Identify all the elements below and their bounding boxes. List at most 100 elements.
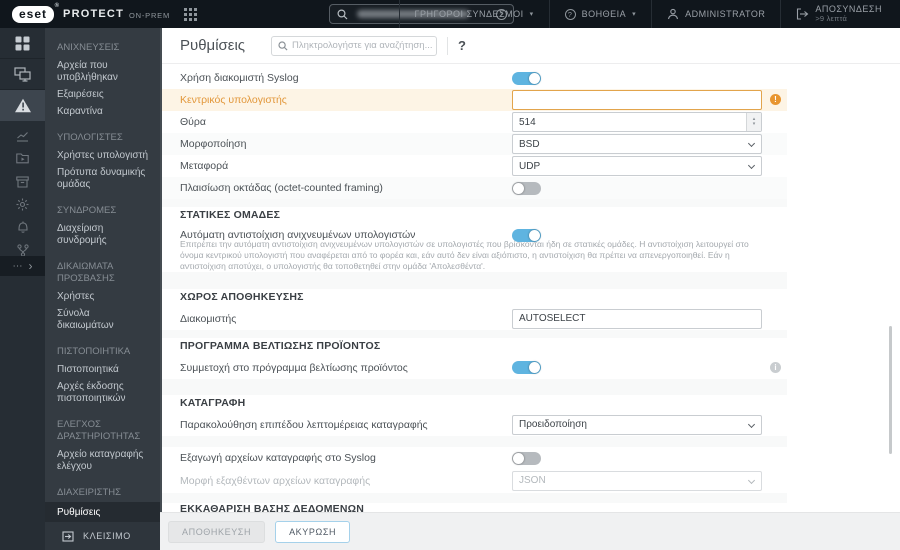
section-header-repository: ΧΩΡΟΣ ΑΠΟΘΗΚΕΥΣΗΣ (180, 291, 304, 303)
logout-button[interactable]: ΑΠΟΣΥΝΔΕΣΗ >9 λεπτά (780, 0, 900, 28)
action-footer: ΑΠΟΘΗΚΕΥΣΗ ΑΚΥΡΩΣΗ (160, 512, 900, 550)
sidebar-item-license-management[interactable]: Διαχείριση συνδρομής (45, 220, 160, 249)
setting-label: Πλαισίωση οκτάδας (octet-counted framing… (180, 182, 383, 194)
chevron-down-icon (747, 139, 756, 148)
nav-section-computers: ΥΠΟΛΟΓΙΣΤΕΣ (57, 132, 123, 143)
selected-value: BSD (519, 138, 540, 150)
setting-label: Μορφοποίηση (180, 138, 247, 150)
computers-icon (14, 66, 31, 82)
syslog-transport-select[interactable]: UDP (512, 156, 762, 176)
dashboard-icon (15, 36, 30, 50)
eset-protect-console: eset ® PROTECT ON-PREM ? ΓΡΗΓΟΡΟΙ ΣΥΝΔΕΣ… (0, 0, 900, 550)
search-icon (337, 8, 348, 19)
product-edition: ON-PREM (129, 10, 171, 20)
spinner-icon[interactable]: ▴ ▾ (746, 112, 761, 131)
nav-reports[interactable] (0, 124, 45, 147)
sidebar-item-users[interactable]: Χρήστες (45, 288, 160, 305)
save-button[interactable]: ΑΠΟΘΗΚΕΥΣΗ (168, 520, 266, 543)
improvement-toggle[interactable] (512, 361, 541, 374)
selected-value: UDP (519, 160, 541, 172)
sidebar-item-submitted-files[interactable]: Αρχεία που υποβλήθηκαν (45, 57, 160, 86)
help-label: ΒΟΗΘΕΙΑ (581, 9, 627, 19)
collapse-sidebar-button[interactable]: ΚΛΕΙΣΙΜΟ (45, 522, 160, 550)
export-format-select: JSON (512, 470, 762, 491)
nav-more-expand[interactable]: ⋯ › (0, 256, 45, 276)
nav-policies[interactable] (0, 193, 45, 216)
sidebar-item-certificate-authorities[interactable]: Αρχές έκδοσης πιστοποιητικών (45, 378, 160, 407)
product-name: PROTECT (63, 8, 124, 20)
sidebar-item-computer-users[interactable]: Χρήστες υπολογιστή (45, 147, 160, 164)
export-logs-toggle[interactable] (512, 451, 541, 465)
user-menu[interactable]: ADMINISTRATOR (651, 0, 780, 28)
logo-text: eset (19, 6, 48, 21)
quick-links-menu[interactable]: ΓΡΗΓΟΡΟΙ ΣΥΝΔΕΣΜΟΙ ▾ (398, 0, 549, 28)
help-menu[interactable]: ? ΒΟΗΘΕΙΑ ▾ (548, 0, 652, 28)
section-header-logging: ΚΑΤΑΓΡΑΦΗ (180, 397, 246, 409)
use-syslog-toggle[interactable] (512, 71, 541, 85)
page-title: Ρυθμίσεις (180, 37, 246, 54)
vertical-scrollbar[interactable] (889, 326, 892, 454)
setting-label: Χρήση διακομιστή Syslog (180, 72, 299, 84)
setting-label: Παρακολούθηση επιπέδου λεπτομέρειας κατα… (180, 418, 428, 431)
sidebar-item-permission-sets[interactable]: Σύνολα δικαιωμάτων (45, 305, 160, 334)
nav-section-certificates: ΠΙΣΤΟΠΟΙΗΤΙΚΑ (57, 346, 131, 357)
setting-label: Κεντρικός υπολογιστής (180, 94, 287, 106)
setting-row-use-syslog: Χρήση διακομιστή Syslog (160, 67, 787, 89)
search-icon (278, 40, 288, 51)
syslog-host-input[interactable] (512, 90, 762, 110)
page-help-button[interactable]: ? (458, 38, 466, 53)
chevron-down-icon (747, 476, 756, 484)
nav-icon-strip: ⋯ › (0, 28, 45, 550)
nav-tasks[interactable] (0, 147, 45, 170)
nav-computers[interactable] (0, 59, 45, 90)
nav-section-detections: ΑΝΙΧΝΕΥΣΕΙΣ (57, 42, 120, 53)
notifications-icon (17, 221, 28, 233)
setting-row-export-syslog: Εξαγωγή αρχείων καταγραφής στο Syslog (160, 447, 787, 469)
nav-dashboard[interactable] (0, 28, 45, 59)
setting-row-log-verbosity: Παρακολούθηση επιπέδου λεπτομέρειας κατα… (160, 413, 787, 436)
settings-search (271, 35, 438, 56)
collapse-icon (62, 530, 74, 542)
nav-section-admin: ΔΙΑΧΕΙΡΙΣΤΗΣ (57, 487, 122, 498)
detections-icon (14, 98, 31, 113)
nav-notifications[interactable] (0, 216, 45, 239)
selected-value: JSON (519, 475, 546, 486)
nav-section-licenses: ΣΥΝΔΡΟΜΕΣ (57, 205, 117, 216)
sidebar-item-quarantine[interactable]: Καραντίνα (45, 103, 160, 120)
syslog-format-select[interactable]: BSD (512, 134, 762, 154)
chevron-down-icon: ▾ (529, 11, 534, 18)
sidebar-item-settings[interactable]: Ρυθμίσεις (45, 502, 160, 524)
syslog-port-input[interactable] (512, 112, 762, 133)
sidebar-item-certificates[interactable]: Πιστοποιητικά (45, 361, 160, 378)
policies-icon (16, 198, 29, 211)
sidebar-item-dynamic-group-templates[interactable]: Πρότυπα δυναμικής ομάδας (45, 164, 160, 193)
sidebar-item-exclusions[interactable]: Εξαιρέσεις (45, 86, 160, 103)
setting-label: Συμμετοχή στο πρόγραμμα βελτίωσης προϊόν… (180, 361, 408, 374)
more-icon: ⋯ (12, 260, 23, 272)
log-verbosity-select[interactable]: Προειδοποίηση (512, 414, 762, 435)
repository-server-input[interactable] (512, 308, 762, 329)
registered-mark: ® (54, 2, 61, 9)
setting-label: Θύρα (180, 116, 206, 128)
setting-row-improvement: Συμμετοχή στο πρόγραμμα βελτίωσης προϊόν… (160, 356, 787, 379)
setting-label: Μεταφορά (180, 160, 229, 172)
section-header-static-groups: ΣΤΑΤΙΚΕΣ ΟΜΑΔΕΣ (180, 209, 281, 221)
logout-label: ΑΠΟΣΥΝΔΕΣΗ (815, 4, 882, 14)
cancel-button[interactable]: ΑΚΥΡΩΣΗ (275, 520, 351, 543)
sidebar-item-audit-log[interactable]: Αρχείο καταγραφής ελέγχου (45, 446, 160, 475)
octet-framing-toggle[interactable] (512, 181, 541, 195)
top-header: eset ® PROTECT ON-PREM ? ΓΡΗΓΟΡΟΙ ΣΥΝΔΕΣ… (0, 0, 900, 28)
auto-pairing-description: Επιτρέπει την αυτόματη αντιστοίχιση ανιχ… (180, 239, 749, 271)
section-header-improvement: ΠΡΟΓΡΑΜΜΑ ΒΕΛΤΙΩΣΗΣ ΠΡΟΪΟΝΤΟΣ (180, 340, 381, 352)
settings-search-input[interactable] (292, 40, 437, 51)
app-grid-icon[interactable] (184, 7, 198, 21)
nav-detections[interactable] (0, 90, 45, 121)
reports-icon (17, 131, 28, 142)
setting-label: Μορφή εξαχθέντων αρχείων καταγραφής (180, 474, 371, 487)
page-header: Ρυθμίσεις ? (160, 28, 900, 64)
content-left-scroll-track[interactable] (160, 28, 162, 512)
chevron-down-icon: ▾ (632, 11, 637, 18)
nav-installers[interactable] (0, 170, 45, 193)
setting-row-syslog-host: Κεντρικός υπολογιστής ! (160, 89, 787, 111)
divider (447, 36, 449, 55)
